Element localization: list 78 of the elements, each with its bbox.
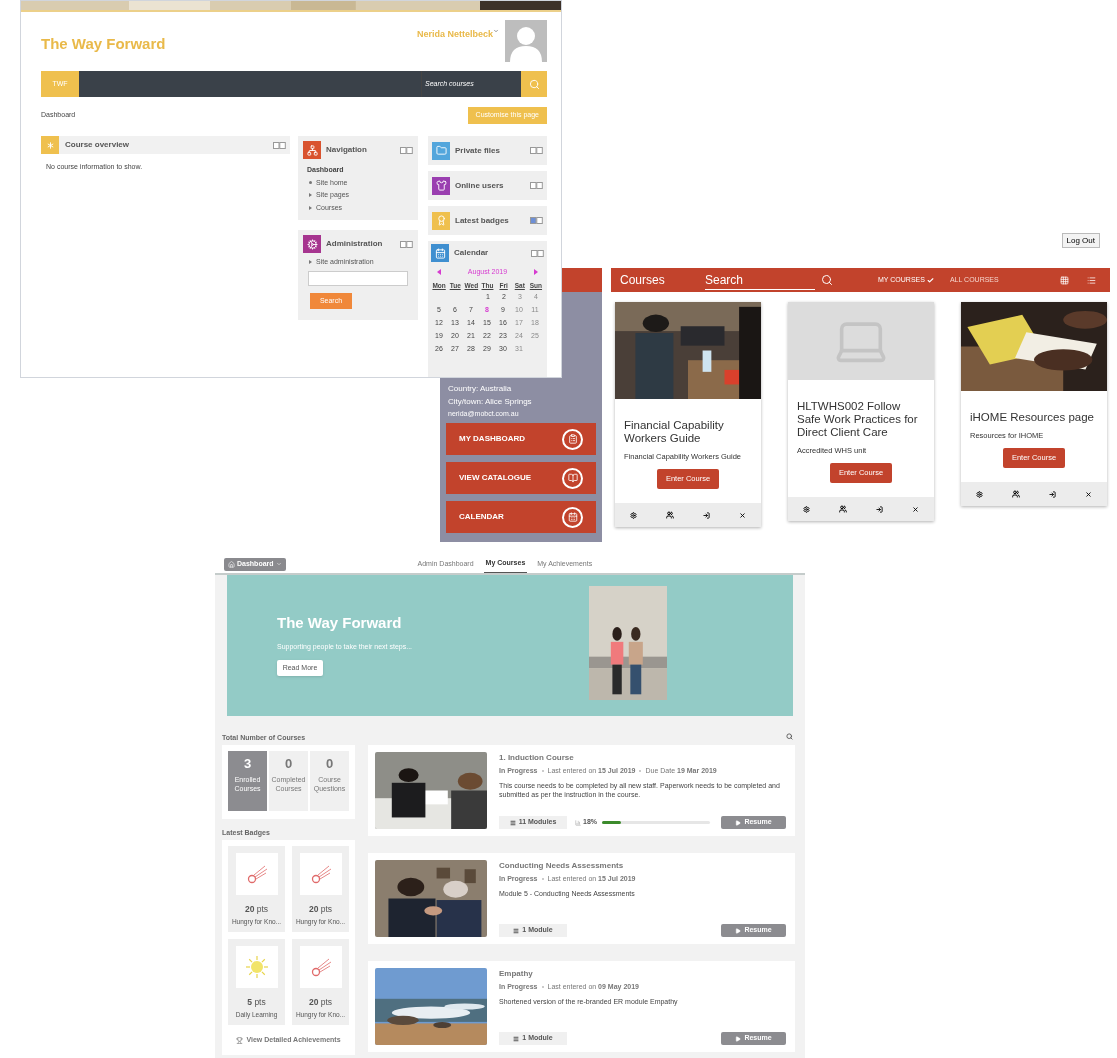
block-controls-icon[interactable] xyxy=(400,146,413,154)
book-icon xyxy=(562,467,583,489)
bullet-icon xyxy=(309,181,312,185)
home-icon xyxy=(228,560,235,568)
play-icon xyxy=(735,927,742,934)
next-month-arrow[interactable] xyxy=(534,269,538,276)
list-icon xyxy=(513,1035,520,1042)
calendar-icon xyxy=(431,244,449,262)
block-controls-icon[interactable] xyxy=(531,249,544,257)
sidebar-button[interactable]: MY DASHBOARD xyxy=(446,423,596,455)
asterisk-icon xyxy=(41,136,59,154)
profile-city: City/town: Alice Springs xyxy=(448,396,533,408)
badge-points: 5 pts xyxy=(247,996,266,1009)
users-icon[interactable] xyxy=(665,511,674,519)
badge-points: 20 pts xyxy=(308,903,333,916)
enter-icon[interactable] xyxy=(876,505,884,513)
caret-icon xyxy=(275,561,282,567)
settings-icon[interactable] xyxy=(629,511,637,519)
profile-country: Country: Australia xyxy=(448,383,513,395)
banner-title: The Way Forward xyxy=(277,613,402,633)
expand-icon[interactable] xyxy=(309,260,312,265)
course-title[interactable]: Conducting Needs Assessments xyxy=(499,860,786,872)
block-title: Calendar xyxy=(454,247,489,259)
enter-icon[interactable] xyxy=(703,511,711,519)
list-view-icon[interactable] xyxy=(1087,275,1096,285)
folder-icon xyxy=(432,141,450,160)
block-controls-icon[interactable] xyxy=(530,217,543,224)
close-icon[interactable] xyxy=(739,511,747,519)
calendar-icon xyxy=(562,506,583,528)
block-title: Online users xyxy=(455,179,504,192)
previous-month-arrow[interactable] xyxy=(437,269,441,276)
settings-icon[interactable] xyxy=(975,490,983,498)
sun-icon xyxy=(243,954,270,980)
expand-icon[interactable] xyxy=(309,193,312,198)
trophy-icon xyxy=(236,1036,244,1044)
users-icon[interactable] xyxy=(1011,490,1020,498)
admin-search-field[interactable] xyxy=(308,270,408,286)
check-icon xyxy=(926,276,934,284)
toolbar-title: Courses xyxy=(620,272,666,289)
sidebar-button[interactable]: VIEW CATALOGUE xyxy=(446,462,596,494)
search-icon[interactable] xyxy=(786,733,793,740)
block-title: Navigation xyxy=(326,144,367,156)
play-icon xyxy=(735,1035,742,1042)
course-title[interactable]: 1. Induction Course xyxy=(499,752,786,764)
expand-icon[interactable] xyxy=(309,205,312,210)
search-icon[interactable] xyxy=(821,274,833,286)
badge-points: 20 pts xyxy=(244,903,269,916)
block-controls-icon[interactable] xyxy=(530,182,543,189)
clipboard-icon xyxy=(562,428,583,450)
logout-button[interactable]: Log Out xyxy=(1061,233,1100,248)
block-title: Course overview xyxy=(65,139,130,151)
close-icon[interactable] xyxy=(1085,490,1093,498)
block-title: Latest badges xyxy=(455,214,509,227)
badge-icon xyxy=(432,211,450,230)
chart-icon xyxy=(575,819,581,826)
badge-points: 20 pts xyxy=(308,996,333,1009)
caret-icon[interactable] xyxy=(493,28,499,34)
settings-icon[interactable] xyxy=(802,505,810,513)
course-title[interactable]: Empathy xyxy=(499,968,786,980)
enter-icon[interactable] xyxy=(1049,490,1057,498)
sidebar-button[interactable]: CALENDAR xyxy=(446,501,596,533)
block-controls-icon[interactable] xyxy=(400,240,413,248)
users-icon[interactable] xyxy=(838,505,847,513)
cogs-icon xyxy=(303,235,321,253)
block-title: Administration xyxy=(326,238,383,250)
play-icon xyxy=(735,819,742,826)
list-icon xyxy=(513,927,520,934)
block-title: Private files xyxy=(455,144,500,157)
list-icon xyxy=(509,819,516,826)
shirt-icon xyxy=(432,176,450,195)
course-title[interactable]: iHOME Resources page xyxy=(970,411,1098,424)
sitemap-icon xyxy=(303,141,321,159)
block-controls-icon[interactable] xyxy=(273,141,286,149)
course-title[interactable]: HLTWHS002 Follow Safe Work Practices for Direct Client Care xyxy=(797,400,925,439)
close-icon[interactable] xyxy=(912,505,920,513)
course-title[interactable]: Financial Capability Workers Guide xyxy=(624,419,752,445)
block-controls-icon[interactable] xyxy=(530,147,543,154)
grid-view-icon[interactable] xyxy=(1060,275,1069,285)
